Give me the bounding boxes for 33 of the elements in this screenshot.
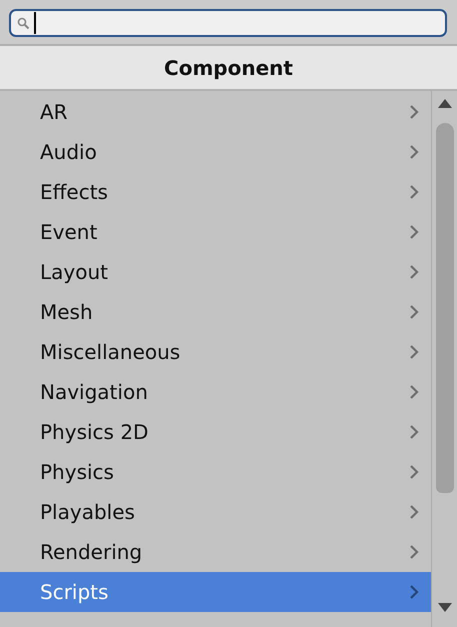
menu-item[interactable]: AR	[0, 92, 431, 132]
chevron-icon	[409, 264, 419, 280]
menu-item[interactable]: Audio	[0, 132, 431, 172]
search-field[interactable]	[9, 9, 447, 37]
menu-title: Component	[164, 56, 293, 80]
chevron-icon	[409, 424, 419, 440]
chevron-icon	[409, 344, 419, 360]
chevron-icon	[409, 504, 419, 520]
chevron-icon	[409, 304, 419, 320]
chevron-icon	[409, 544, 419, 560]
menu-item[interactable]: Miscellaneous	[0, 332, 431, 372]
menu-item[interactable]: Scripts	[0, 572, 431, 612]
menu-item[interactable]: Mesh	[0, 292, 431, 332]
scroll-down-icon[interactable]	[438, 603, 452, 613]
scrollbar-thumb[interactable]	[436, 123, 454, 493]
search-icon	[17, 16, 30, 30]
chevron-icon	[409, 584, 419, 600]
menu-item[interactable]: Effects	[0, 172, 431, 212]
chevron-icon	[409, 224, 419, 240]
menu-item[interactable]: Physics	[0, 452, 431, 492]
menu-item[interactable]: Navigation	[0, 372, 431, 412]
menu-item[interactable]: Rendering	[0, 532, 431, 572]
chevron-icon	[409, 144, 419, 160]
text-cursor	[34, 12, 36, 34]
menu-item[interactable]: Layout	[0, 252, 431, 292]
chevron-icon	[409, 184, 419, 200]
menu-item[interactable]: Physics 2D	[0, 412, 431, 452]
chevron-icon	[409, 464, 419, 480]
chevron-icon	[409, 384, 419, 400]
menu-item[interactable]: Event	[0, 212, 431, 252]
scroll-up-icon[interactable]	[438, 98, 452, 108]
chevron-icon	[409, 104, 419, 120]
menu-item[interactable]: Playables	[0, 492, 431, 532]
